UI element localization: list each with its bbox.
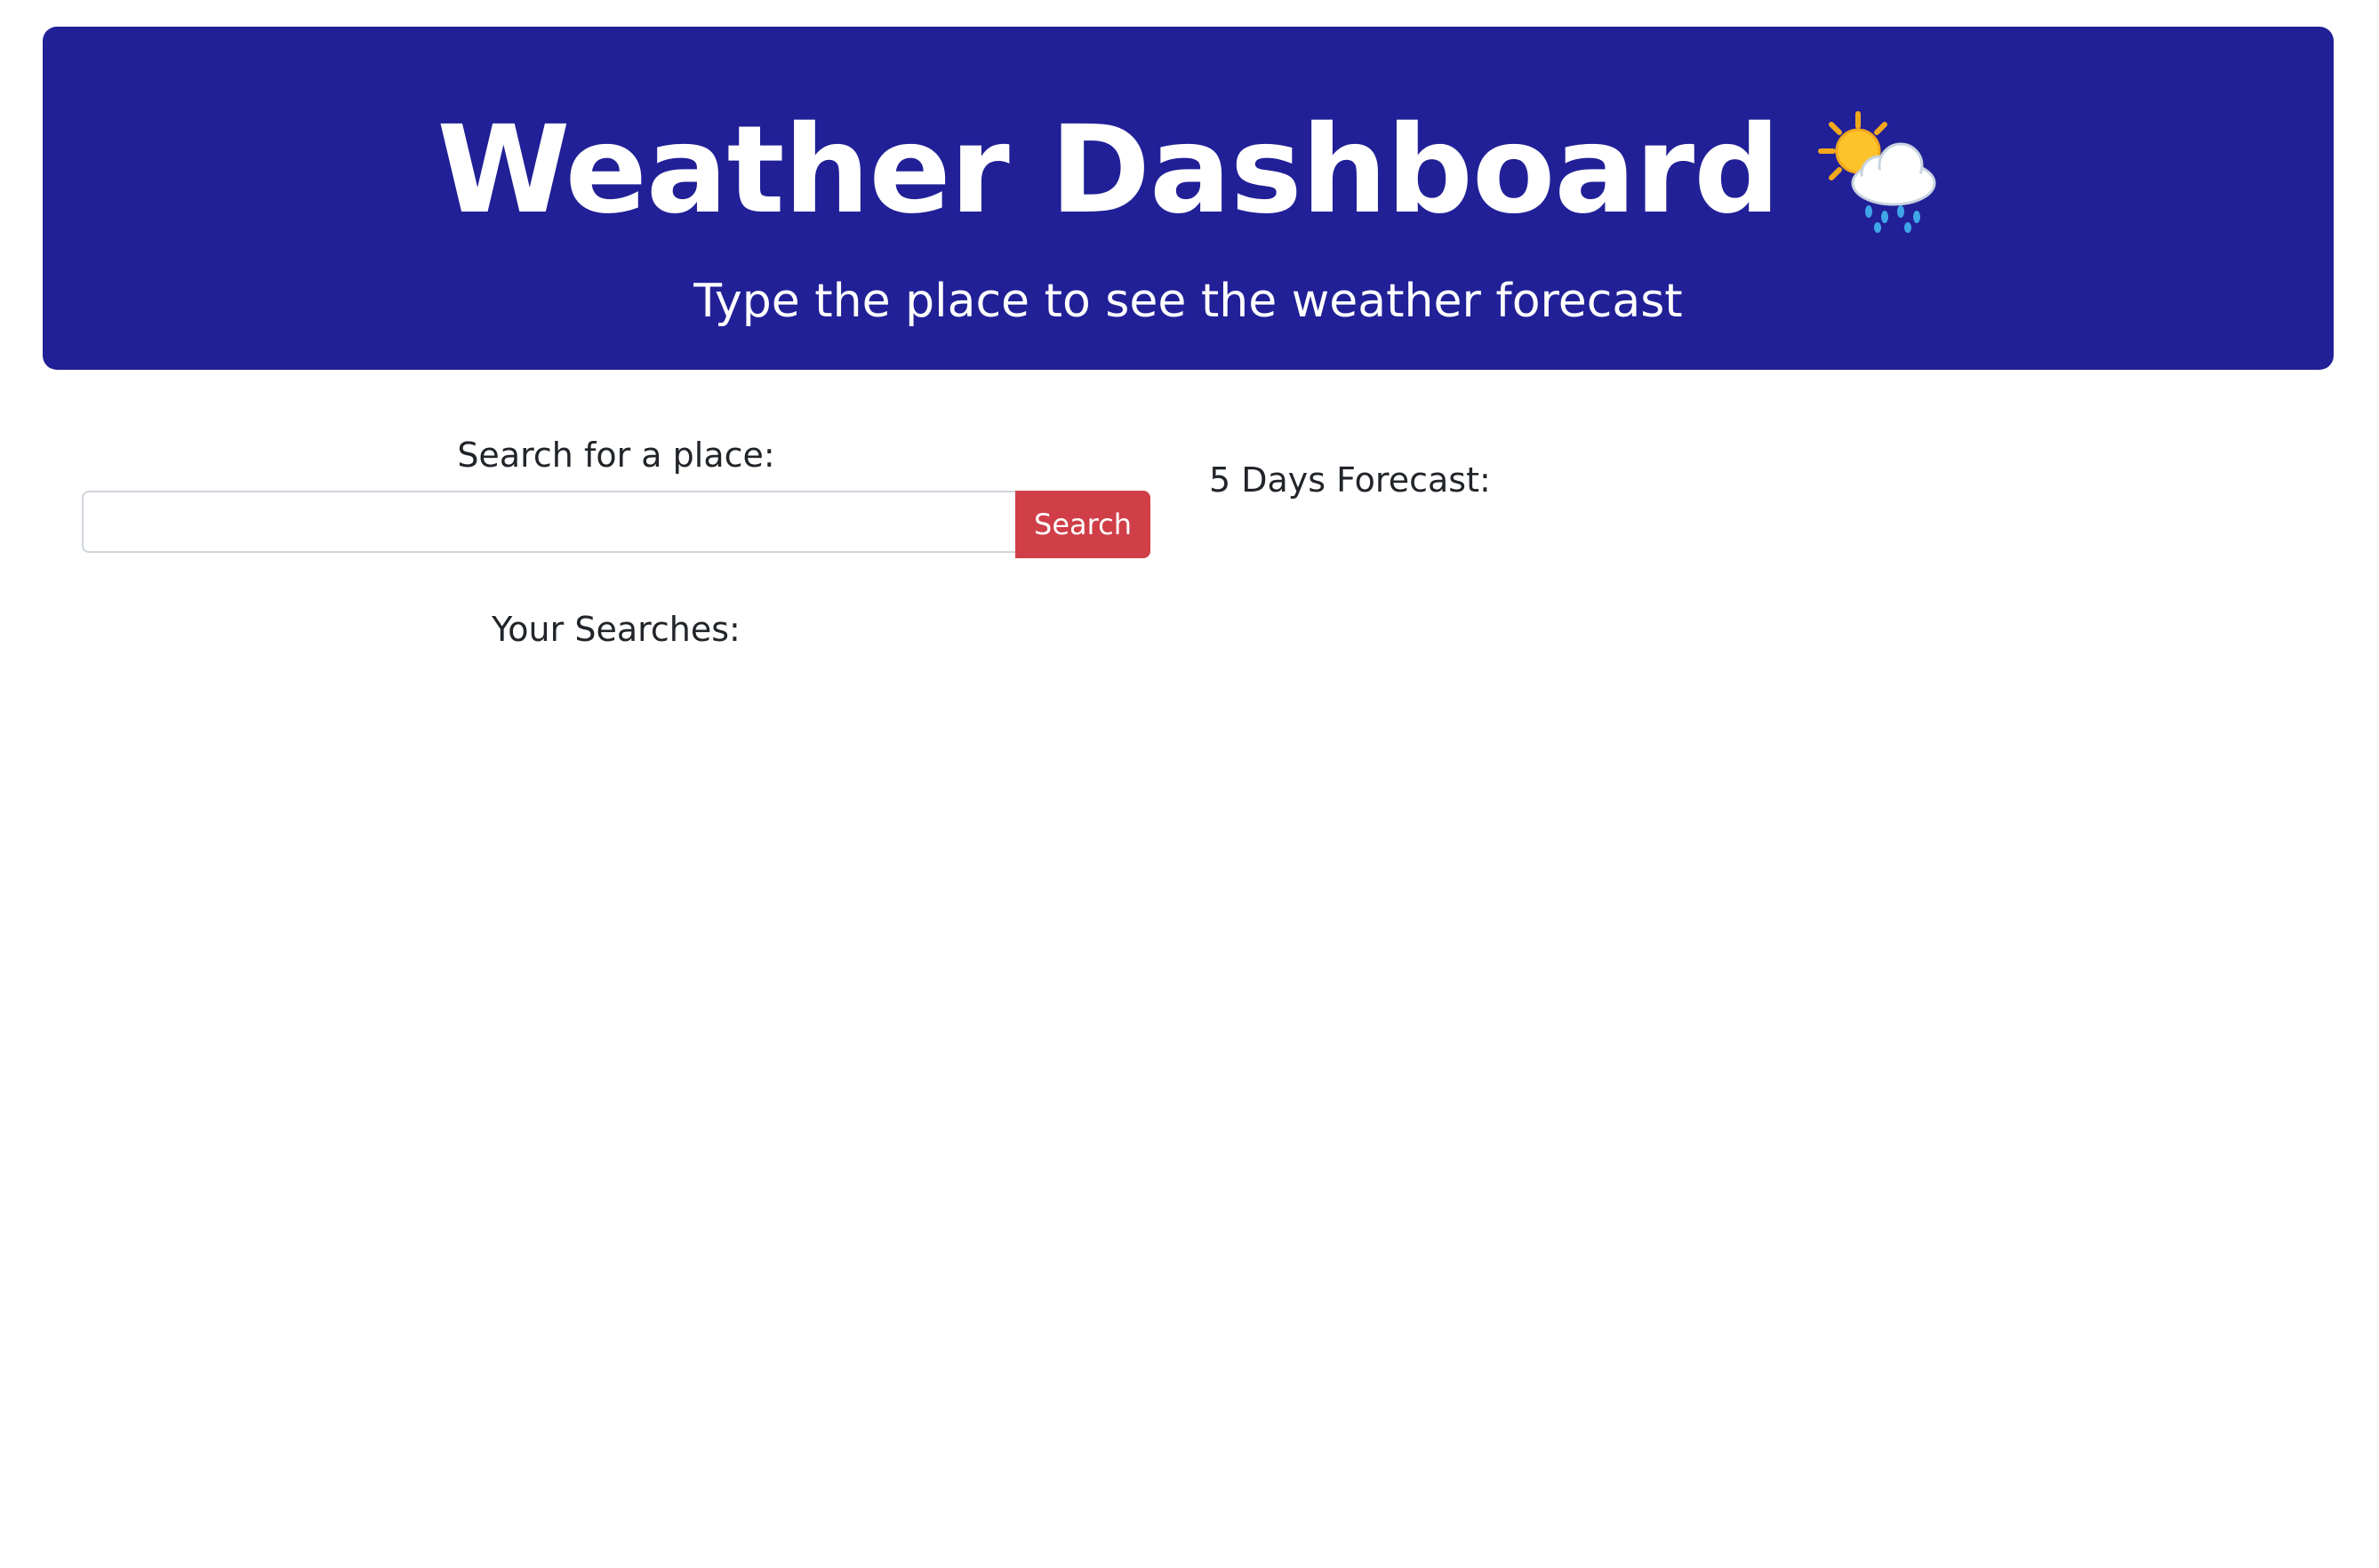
forecast-label: 5 Days Forecast:: [1209, 460, 1491, 500]
search-panel: Search for a place: Search Your Searches…: [82, 427, 1150, 658]
page-subtitle: Type the place to see the weather foreca…: [693, 275, 1683, 328]
search-group: Search: [82, 491, 1150, 558]
search-label: Search for a place:: [457, 436, 775, 475]
search-button[interactable]: Search: [1015, 491, 1150, 558]
forecast-panel: 5 Days Forecast:: [1209, 452, 2329, 508]
title-row: Weather Dashboard: [43, 108, 2334, 233]
sun-behind-rain-cloud-icon: [1815, 108, 1940, 233]
search-history-label: Your Searches:: [492, 610, 741, 649]
page-title: Weather Dashboard: [437, 100, 1780, 241]
search-input[interactable]: [82, 491, 1015, 553]
header-banner: Weather Dashboard Type the place to see …: [43, 27, 2334, 370]
